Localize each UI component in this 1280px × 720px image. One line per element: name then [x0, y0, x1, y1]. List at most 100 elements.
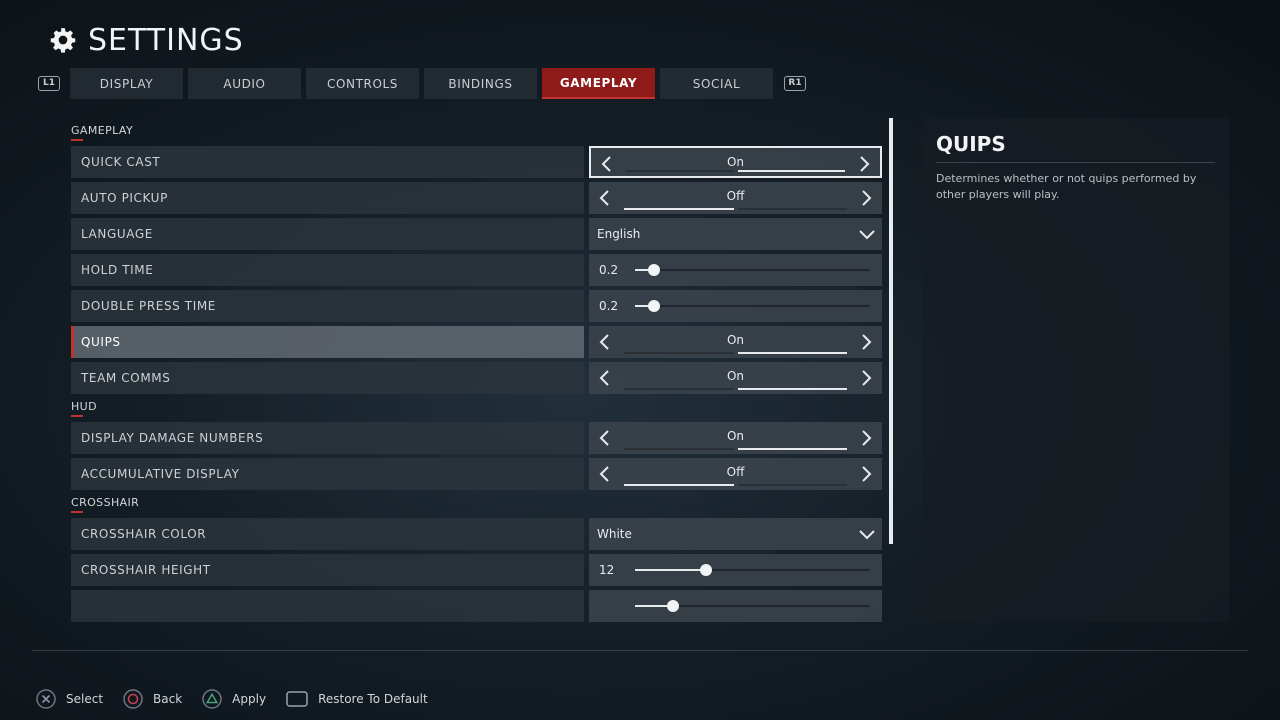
- chevron-down-icon[interactable]: [858, 526, 876, 542]
- chevron-right-icon[interactable]: [858, 369, 874, 387]
- setting-row-display-damage-numbers[interactable]: DISPLAY DAMAGE NUMBERS On: [71, 422, 883, 454]
- chevron-right-icon[interactable]: [858, 333, 874, 351]
- setting-label: DISPLAY DAMAGE NUMBERS: [71, 422, 584, 454]
- option-value: Off: [726, 189, 745, 203]
- chevron-down-icon[interactable]: [858, 226, 876, 242]
- slider-control[interactable]: 0.2: [589, 290, 882, 322]
- chevron-right-icon[interactable]: [858, 465, 874, 483]
- slider-track[interactable]: [635, 564, 870, 576]
- chevron-right-icon[interactable]: [858, 429, 874, 447]
- info-panel: QUIPS Determines whether or not quips pe…: [922, 118, 1229, 622]
- slider-control[interactable]: 0.2: [589, 254, 882, 286]
- option-indicator: [624, 448, 847, 450]
- selector-control[interactable]: On: [589, 362, 882, 394]
- slider-handle[interactable]: [666, 600, 679, 612]
- option-value: On: [726, 429, 745, 443]
- gear-icon: [50, 28, 76, 53]
- setting-label: [71, 590, 584, 622]
- footer-divider: [32, 650, 1248, 651]
- setting-label: TEAM COMMS: [71, 362, 584, 394]
- option-indicator: [624, 208, 847, 210]
- setting-row-crosshair-height[interactable]: CROSSHAIR HEIGHT 12: [71, 554, 883, 586]
- hint-restore-default-label: Restore To Default: [318, 692, 428, 706]
- slider-handle[interactable]: [647, 264, 660, 276]
- chevron-right-icon[interactable]: [858, 189, 874, 207]
- hint-apply[interactable]: Apply: [202, 689, 266, 709]
- setting-label: ACCUMULATIVE DISPLAY: [71, 458, 584, 490]
- slider-value: 12: [599, 563, 615, 577]
- settings-screen: SETTINGS L1 DISPLAY AUDIO CONTROLS BINDI…: [0, 0, 1280, 720]
- slider-handle[interactable]: [699, 564, 712, 576]
- l1-shoulder-icon[interactable]: L1: [38, 76, 60, 91]
- option-indicator-segment: [624, 448, 734, 450]
- triangle-button-icon: [202, 689, 222, 709]
- setting-row-quick-cast[interactable]: QUICK CAST On: [71, 146, 883, 178]
- selector-control[interactable]: On: [589, 422, 882, 454]
- setting-row-double-press-time[interactable]: DOUBLE PRESS TIME 0.2: [71, 290, 883, 322]
- slider-track[interactable]: [635, 600, 870, 612]
- circle-button-icon: [123, 689, 143, 709]
- slider-control[interactable]: 12: [589, 554, 882, 586]
- option-indicator-segment: [737, 352, 847, 354]
- option-value: Off: [726, 465, 745, 479]
- tab-bar: L1 DISPLAY AUDIO CONTROLS BINDINGS GAMEP…: [38, 68, 806, 99]
- cross-button-icon: [36, 689, 56, 709]
- dropdown-control[interactable]: English: [589, 218, 882, 250]
- option-indicator-segment: [737, 388, 847, 390]
- slider-control[interactable]: [589, 590, 882, 622]
- r1-shoulder-icon[interactable]: R1: [784, 76, 806, 91]
- option-indicator-segment: [737, 208, 847, 210]
- info-title: QUIPS: [936, 132, 1215, 163]
- setting-label: AUTO PICKUP: [71, 182, 584, 214]
- selector-control[interactable]: On: [589, 146, 882, 178]
- option-indicator: [624, 484, 847, 486]
- tab-controls[interactable]: CONTROLS: [306, 68, 419, 99]
- info-description: Determines whether or not quips performe…: [936, 172, 1197, 201]
- selector-control[interactable]: On: [589, 326, 882, 358]
- tab-audio[interactable]: AUDIO: [188, 68, 301, 99]
- setting-label: DOUBLE PRESS TIME: [71, 290, 584, 322]
- tab-bindings[interactable]: BINDINGS: [424, 68, 537, 99]
- tab-display[interactable]: DISPLAY: [70, 68, 183, 99]
- setting-row-quips[interactable]: QUIPS On: [71, 326, 883, 358]
- setting-row-crosshair-color[interactable]: CROSSHAIR COLOR White: [71, 518, 883, 550]
- option-indicator-segment: [624, 388, 734, 390]
- setting-row-auto-pickup[interactable]: AUTO PICKUP Off: [71, 182, 883, 214]
- selector-control[interactable]: Off: [589, 458, 882, 490]
- slider-track[interactable]: [635, 264, 870, 276]
- option-indicator: [624, 352, 847, 354]
- option-indicator: [626, 170, 845, 172]
- setting-row-partial-2[interactable]: [71, 590, 883, 622]
- touchpad-button-icon: [286, 691, 308, 707]
- setting-row-team-comms[interactable]: TEAM COMMS On: [71, 362, 883, 394]
- setting-label: CROSSHAIR COLOR: [71, 518, 584, 550]
- setting-label: CROSSHAIR HEIGHT: [71, 554, 584, 586]
- hint-back[interactable]: Back: [123, 689, 182, 709]
- option-indicator-segment: [624, 484, 734, 486]
- slider-value: 0.2: [599, 263, 619, 277]
- slider-track[interactable]: [635, 300, 870, 312]
- dropdown-control[interactable]: White: [589, 518, 882, 550]
- tab-social[interactable]: SOCIAL: [660, 68, 773, 99]
- option-indicator-segment: [737, 448, 847, 450]
- slider-fill: [635, 569, 706, 571]
- option-value: On: [726, 155, 745, 169]
- setting-row-hold-time[interactable]: HOLD TIME 0.2: [71, 254, 883, 286]
- setting-row-language[interactable]: LANGUAGE English: [71, 218, 883, 250]
- button-hints: Select Back Apply Restore To Default: [36, 688, 448, 710]
- setting-label: HOLD TIME: [71, 254, 584, 286]
- hint-select-label: Select: [66, 692, 104, 706]
- hint-restore-default[interactable]: Restore To Default: [286, 691, 428, 707]
- hint-select[interactable]: Select: [36, 689, 103, 709]
- scrollbar[interactable]: [889, 118, 893, 544]
- section-header-crosshair: CROSSHAIR: [71, 490, 883, 514]
- chevron-right-icon[interactable]: [856, 155, 872, 173]
- selector-control[interactable]: Off: [589, 182, 882, 214]
- setting-row-accumulative-display[interactable]: ACCUMULATIVE DISPLAY Off: [71, 458, 883, 490]
- option-indicator-segment: [626, 170, 734, 172]
- tab-gameplay[interactable]: GAMEPLAY: [542, 68, 655, 99]
- slider-handle[interactable]: [647, 300, 660, 312]
- option-indicator-segment: [737, 170, 845, 172]
- setting-label: QUICK CAST: [71, 146, 584, 178]
- setting-label: LANGUAGE: [71, 218, 584, 250]
